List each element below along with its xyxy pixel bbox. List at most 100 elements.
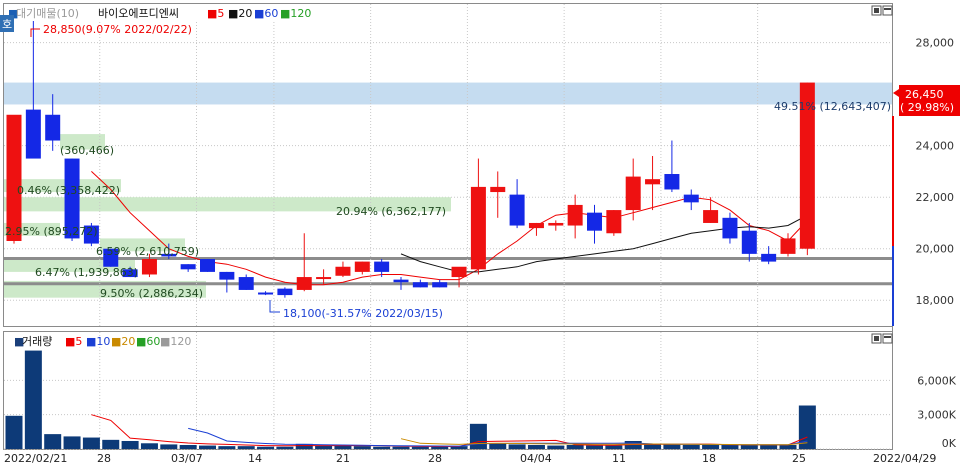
volume-bar	[237, 446, 255, 449]
volume-bar	[682, 444, 700, 449]
volume-panel-max-button[interactable]	[882, 333, 893, 344]
volume-bar	[257, 446, 275, 449]
volume-profile-zone	[4, 82, 892, 105]
volume-profile-label: 20.94% (6,362,177)	[336, 205, 446, 218]
date-tick-label: 18	[702, 452, 716, 465]
legend-ma60: ■60	[254, 7, 278, 20]
candle-body	[567, 204, 583, 226]
candle-body	[238, 277, 254, 290]
candle-body	[722, 217, 738, 239]
date-tick-label: 28	[97, 452, 111, 465]
price-panel-max-button[interactable]	[882, 5, 893, 16]
volume-tick-label: 0K	[942, 437, 957, 450]
volume-tick-label: 3,000K	[917, 409, 956, 422]
volume-bar	[179, 444, 197, 449]
volume-legend-ma20: ■20	[111, 335, 135, 348]
candle-body	[606, 210, 622, 234]
volume-bar	[469, 423, 487, 449]
volume-bar	[5, 415, 23, 449]
volume-bar	[644, 444, 662, 449]
candle-body	[374, 261, 390, 272]
date-tick-label: 2022/04/29	[873, 452, 936, 465]
price-tick-label: 28,000	[916, 37, 955, 50]
candle-body	[548, 222, 564, 226]
candle-body	[741, 230, 757, 254]
volume-profile-label: 6.47% (1,939,863)	[35, 266, 138, 279]
volume-tick-label: 6,000K	[917, 374, 956, 387]
candle-body	[470, 186, 486, 270]
volume-bar	[566, 444, 584, 449]
candle-body	[258, 292, 274, 295]
volume-bar	[121, 440, 139, 449]
date-tick-label: 11	[612, 452, 626, 465]
candle-body	[45, 114, 61, 141]
volume-bar	[508, 444, 526, 449]
volume-bar	[605, 445, 623, 449]
volume-legend-ma60: ■60	[136, 335, 160, 348]
candle-body	[683, 194, 699, 203]
volume-bar	[82, 437, 100, 449]
date-tick-label: 21	[336, 452, 350, 465]
candle-body	[490, 186, 506, 193]
legend-ma5: ■5	[207, 7, 224, 20]
price-tick-label: 24,000	[916, 140, 955, 153]
candle-body	[451, 266, 467, 278]
candle-body	[219, 271, 235, 280]
volume-bar	[702, 444, 720, 449]
volume-legend-ma5: ■5	[65, 335, 82, 348]
candle-body	[412, 282, 428, 288]
candle-body	[645, 179, 661, 185]
svg-text:호: 호	[2, 18, 12, 31]
candle-body	[316, 277, 332, 280]
volume-panel-min-button[interactable]	[871, 333, 882, 344]
date-tick-label: 2022/02/21	[4, 452, 67, 465]
last-price-label: 26,450 ( 29.98%)	[893, 85, 960, 116]
candle-body	[587, 212, 602, 231]
volume-legend-ma120: ■120	[160, 335, 191, 348]
volume-bar	[740, 444, 758, 449]
candle-body	[6, 114, 22, 241]
volume-bar	[721, 444, 739, 449]
candle-body	[664, 174, 680, 190]
legend-ma120: ■120	[280, 7, 311, 20]
date-tick-label: 25	[792, 452, 806, 465]
volume-bar	[276, 446, 294, 449]
candle-body	[141, 259, 157, 275]
svg-text:18,100(-31.57% 2022/03/15): 18,100(-31.57% 2022/03/15)	[283, 307, 443, 320]
volume-bar	[160, 444, 178, 449]
volume-panel-frame	[3, 331, 893, 450]
candle-body	[393, 279, 409, 283]
volume-bar	[140, 443, 158, 449]
volume-bar	[663, 444, 681, 449]
candle-body	[200, 259, 215, 272]
price-panel-min-button[interactable]	[871, 5, 882, 16]
last-price-change: ( 29.98%)	[900, 101, 954, 114]
volume-profile-label: 0.46% (3,358,422)	[17, 184, 120, 197]
candle-body	[296, 277, 312, 290]
volume-bar	[527, 444, 545, 449]
candle-body	[277, 288, 293, 296]
volume-bar	[44, 434, 62, 449]
volume-bar	[353, 446, 371, 449]
volume-bar	[547, 445, 565, 449]
volume-bar	[489, 443, 507, 449]
volume-profile-label: 49.51% (12,643,407)	[774, 100, 891, 113]
candle-body	[509, 194, 525, 226]
side-toggle-button[interactable]: 호	[0, 15, 14, 32]
price-tick-label: 20,000	[916, 243, 955, 256]
volume-bar	[102, 439, 120, 449]
legend-stock-name: 바이오에프디엔씨	[98, 7, 179, 20]
volume-bar	[431, 446, 449, 449]
volume-bar	[63, 436, 81, 449]
candle-body	[335, 266, 351, 276]
volume-bar	[586, 445, 603, 449]
high-annotation: 28,850(9.07% 2022/02/22)	[30, 23, 192, 37]
svg-text:28,850(9.07% 2022/02/22): 28,850(9.07% 2022/02/22)	[43, 23, 192, 36]
volume-profile-label: 9.50% (2,886,234)	[100, 287, 203, 300]
volume-bar	[392, 446, 410, 449]
legend-ma20: ■20	[228, 7, 252, 20]
volume-bar	[779, 444, 797, 449]
candle-body	[180, 264, 196, 270]
date-tick-label: 03/07	[171, 452, 203, 465]
date-tick-label: 14	[248, 452, 262, 465]
